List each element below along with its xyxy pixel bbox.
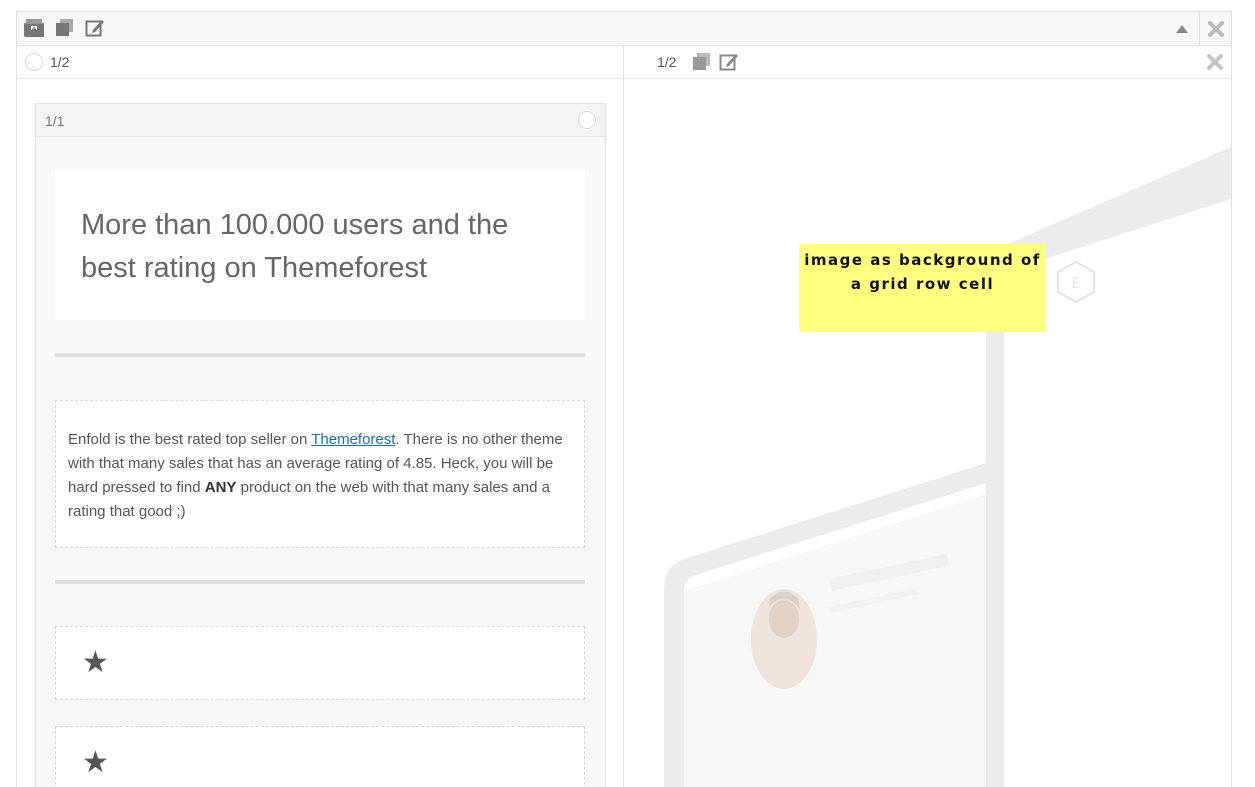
cell-header: 1/2 bbox=[17, 46, 623, 79]
cell-select-radio[interactable] bbox=[25, 53, 43, 71]
close-icon[interactable] bbox=[1205, 18, 1227, 40]
background-note: image as background of a grid row cell bbox=[799, 244, 1046, 332]
copy-icon[interactable] bbox=[690, 51, 712, 73]
edit-icon[interactable] bbox=[84, 17, 106, 39]
text-element[interactable]: Enfold is the best rated top seller on T… bbox=[55, 400, 585, 548]
column-header: 1/1 bbox=[36, 104, 605, 137]
cell-size-label: 1/2 bbox=[50, 54, 70, 70]
close-icon[interactable] bbox=[1204, 51, 1226, 73]
star-icon: ★ bbox=[82, 645, 109, 680]
archive-icon[interactable] bbox=[23, 17, 45, 39]
icon-element[interactable]: ★ bbox=[55, 726, 585, 787]
grid-cell-left: 1/2 1/1 More than 100.000 users and the … bbox=[17, 46, 624, 787]
device-mockup-image: E bbox=[664, 147, 1231, 787]
background-image: E bbox=[624, 79, 1231, 787]
text-bold: ANY bbox=[204, 479, 237, 496]
grid-row-builder: 1/2 1/1 More than 100.000 users and the … bbox=[16, 11, 1232, 787]
cell-content: 1/1 More than 100.000 users and the best… bbox=[17, 79, 623, 787]
svg-text:E: E bbox=[1072, 276, 1081, 292]
column-element: 1/1 More than 100.000 users and the best… bbox=[35, 103, 606, 787]
column-size-label: 1/1 bbox=[45, 113, 65, 129]
cell-background-area[interactable]: E image as background of a grid row cell bbox=[624, 79, 1231, 787]
text-content: Enfold is the best rated top seller on T… bbox=[68, 428, 568, 524]
divider-element[interactable] bbox=[55, 353, 585, 357]
collapse-arrow-icon[interactable] bbox=[1171, 18, 1193, 40]
row-toolbar bbox=[17, 12, 1231, 46]
themeforest-link[interactable]: Themeforest bbox=[311, 431, 395, 448]
cell-header: 1/2 bbox=[624, 46, 1231, 79]
icon-element[interactable]: ★ bbox=[55, 626, 585, 700]
note-text: image as background of a grid row cell bbox=[804, 251, 1041, 293]
star-icon: ★ bbox=[82, 745, 109, 780]
text-part: Enfold is the best rated top seller on bbox=[68, 431, 312, 448]
edit-icon[interactable] bbox=[718, 51, 740, 73]
column-select-radio[interactable] bbox=[578, 111, 596, 129]
cell-size-label: 1/2 bbox=[657, 54, 677, 70]
heading-element[interactable]: More than 100.000 users and the best rat… bbox=[55, 170, 585, 320]
grid-cell-right: 1/2 E image as background of a grid row … bbox=[624, 46, 1231, 787]
toolbar-divider bbox=[1199, 12, 1200, 46]
divider-element[interactable] bbox=[55, 580, 585, 584]
heading-text: More than 100.000 users and the best rat… bbox=[81, 209, 509, 284]
copy-icon[interactable] bbox=[53, 17, 75, 39]
